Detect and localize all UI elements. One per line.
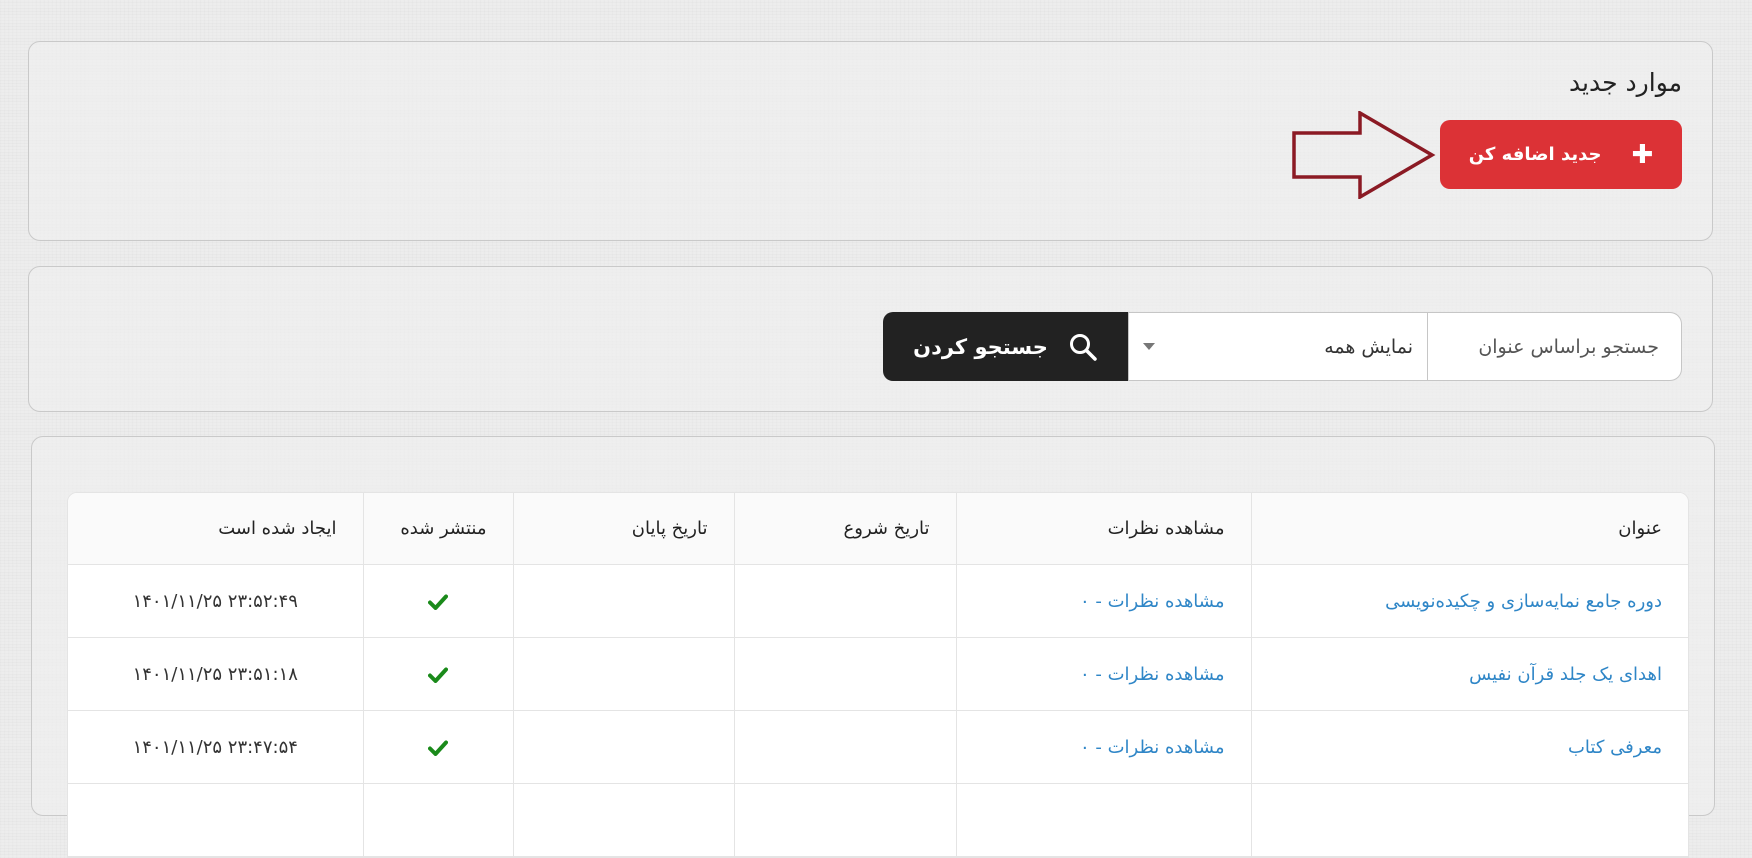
view-comments-link[interactable]: مشاهده نظرات - ۰: [1080, 664, 1225, 685]
table-row: دوره جامع نمایه‌سازی و چکیده‌نویسی مشاهد…: [68, 564, 1688, 638]
end-date-cell: [512, 637, 734, 711]
row-title-link[interactable]: دوره جامع نمایه‌سازی و چکیده‌نویسی: [1385, 591, 1662, 612]
header-end-date[interactable]: تاریخ پایان: [512, 493, 734, 565]
filter-select[interactable]: نمایش همه: [1128, 312, 1428, 381]
created-cell: ۱۴۰۱/۱۱/۲۵ ۲۳:۴۷:۵۴: [68, 710, 363, 784]
new-items-panel: موارد جدید ✚ جدید اضافه کن: [28, 41, 1713, 241]
search-icon: [1069, 333, 1097, 361]
published-cell: [362, 637, 513, 711]
add-new-button-label: جدید اضافه کن: [1468, 144, 1602, 165]
checkmark-icon: [428, 740, 448, 756]
end-date-cell: [512, 710, 734, 784]
plus-icon: ✚: [1631, 139, 1654, 170]
add-new-button[interactable]: ✚ جدید اضافه کن: [1440, 120, 1682, 189]
start-date-cell: [733, 637, 956, 711]
created-cell: ۱۴۰۱/۱۱/۲۵ ۲۳:۵۲:۴۹: [68, 564, 363, 638]
items-table-panel: عنوان مشاهده نظرات تاریخ شروع تاریخ پایا…: [31, 436, 1715, 858]
header-created[interactable]: ایجاد شده است: [68, 493, 363, 565]
end-date-cell: [512, 564, 734, 638]
items-table: عنوان مشاهده نظرات تاریخ شروع تاریخ پایا…: [67, 492, 1689, 858]
row-title-link[interactable]: معرفی کتاب: [1568, 737, 1662, 758]
checkmark-icon: [428, 594, 448, 610]
search-bar: نمایش همه جستجو کردن: [883, 312, 1682, 381]
checkmark-icon: [428, 667, 448, 683]
published-cell: [362, 710, 513, 784]
table-row: اهدای یک جلد قرآن نفیس مشاهده نظرات - ۰ …: [68, 637, 1688, 711]
start-date-cell: [733, 710, 956, 784]
table-row: معرفی کتاب مشاهده نظرات - ۰ ۱۴۰۱/۱۱/۲۵ ۲…: [68, 710, 1688, 784]
annotation-arrow-icon: [1292, 111, 1436, 199]
header-comments[interactable]: مشاهده نظرات: [955, 493, 1251, 565]
header-title[interactable]: عنوان: [1250, 493, 1688, 565]
search-input[interactable]: [1428, 312, 1682, 381]
header-start-date[interactable]: تاریخ شروع: [733, 493, 956, 565]
search-button[interactable]: جستجو کردن: [883, 312, 1128, 381]
table-row: [68, 783, 1688, 857]
filter-select-value: نمایش همه: [1324, 335, 1413, 358]
table-header-row: عنوان مشاهده نظرات تاریخ شروع تاریخ پایا…: [68, 493, 1688, 565]
search-panel: نمایش همه جستجو کردن: [28, 266, 1713, 412]
chevron-down-icon: [1143, 343, 1155, 350]
start-date-cell: [733, 564, 956, 638]
created-cell: ۱۴۰۱/۱۱/۲۵ ۲۳:۵۱:۱۸: [68, 637, 363, 711]
search-button-label: جستجو کردن: [913, 334, 1048, 359]
row-title-link[interactable]: اهدای یک جلد قرآن نفیس: [1469, 664, 1662, 685]
view-comments-link[interactable]: مشاهده نظرات - ۰: [1080, 591, 1225, 612]
header-published[interactable]: منتشر شده: [362, 493, 513, 565]
published-cell: [362, 564, 513, 638]
view-comments-link[interactable]: مشاهده نظرات - ۰: [1080, 737, 1225, 758]
panel-title: موارد جدید: [1568, 68, 1682, 97]
